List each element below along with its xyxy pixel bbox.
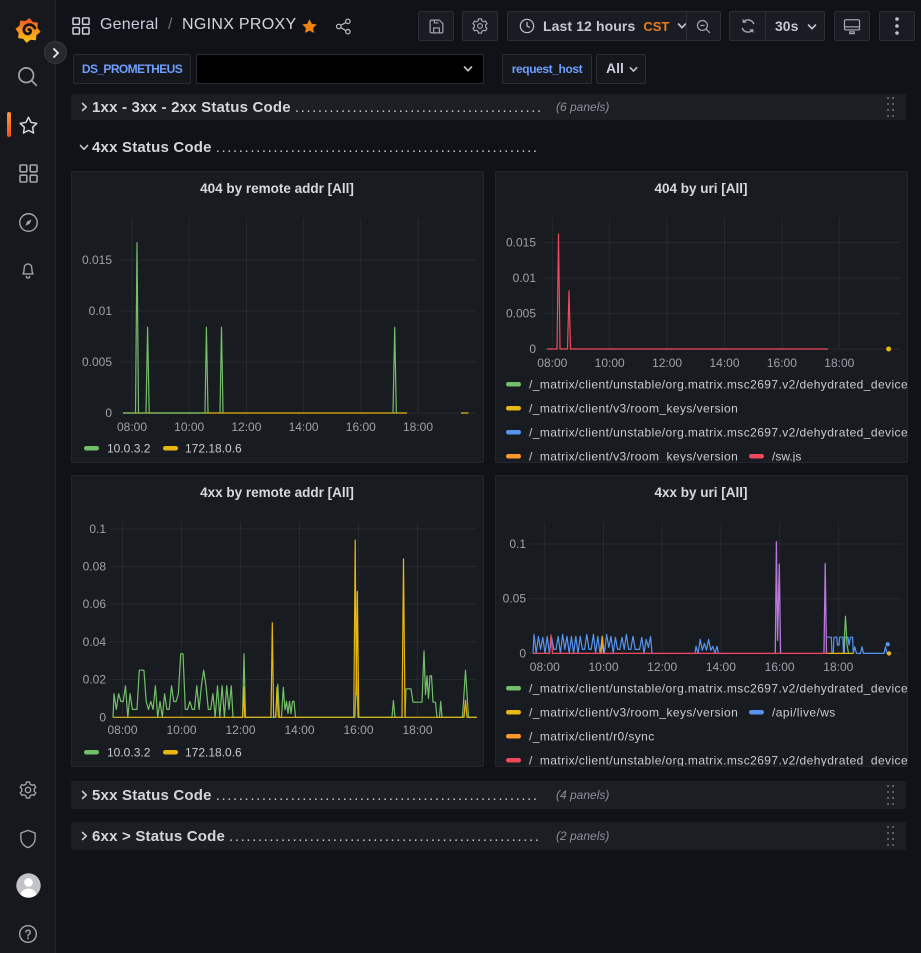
svg-text:18:00: 18:00 [823, 660, 853, 674]
svg-text:4xx by uri [All]: 4xx by uri [All] [654, 485, 747, 500]
svg-text:0: 0 [99, 710, 106, 724]
svg-text:0.01: 0.01 [513, 271, 537, 285]
svg-text:/sw.js: /sw.js [772, 450, 801, 463]
svg-text:16:00: 16:00 [343, 723, 373, 737]
svg-text:0.04: 0.04 [83, 635, 107, 649]
svg-text:16:00: 16:00 [767, 356, 797, 370]
svg-text:16:00: 16:00 [346, 420, 376, 434]
svg-text:/_matrix/client/v3/room_keys/v: /_matrix/client/v3/room_keys/version [529, 402, 738, 416]
svg-text:/_matrix/client/r0/sync: /_matrix/client/r0/sync [529, 730, 655, 744]
svg-text:/_matrix/client/unstable/org.m: /_matrix/client/unstable/org.matrix.msc2… [529, 754, 907, 767]
svg-text:0.02: 0.02 [83, 673, 107, 687]
svg-text:0.015: 0.015 [82, 253, 112, 267]
svg-text:14:00: 14:00 [706, 660, 736, 674]
svg-text:08:00: 08:00 [530, 660, 560, 674]
svg-text:0: 0 [519, 646, 526, 660]
svg-text:0.01: 0.01 [89, 304, 113, 318]
svg-text:18:00: 18:00 [402, 723, 432, 737]
svg-text:18:00: 18:00 [403, 420, 433, 434]
svg-text:08:00: 08:00 [107, 723, 137, 737]
svg-text:404 by remote addr [All]: 404 by remote addr [All] [200, 181, 354, 196]
svg-text:172.18.0.6: 172.18.0.6 [185, 442, 242, 456]
svg-text:10:00: 10:00 [166, 723, 196, 737]
svg-text:/_matrix/client/v3/room_keys/v: /_matrix/client/v3/room_keys/version [529, 450, 738, 463]
svg-text:08:00: 08:00 [537, 356, 567, 370]
svg-text:10.0.3.2: 10.0.3.2 [107, 442, 151, 456]
svg-text:/_matrix/client/unstable/org.m: /_matrix/client/unstable/org.matrix.msc2… [529, 426, 907, 440]
svg-text:4xx by remote addr [All]: 4xx by remote addr [All] [200, 485, 354, 500]
svg-text:0.06: 0.06 [83, 597, 107, 611]
svg-text:10:00: 10:00 [595, 356, 625, 370]
svg-text:/_matrix/client/unstable/org.m: /_matrix/client/unstable/org.matrix.msc2… [529, 682, 907, 696]
svg-text:18:00: 18:00 [824, 356, 854, 370]
svg-text:10.0.3.2: 10.0.3.2 [107, 746, 151, 760]
svg-text:0.1: 0.1 [89, 522, 106, 536]
svg-text:14:00: 14:00 [284, 723, 314, 737]
svg-text:0: 0 [529, 342, 536, 356]
svg-text:0.005: 0.005 [82, 355, 112, 369]
svg-text:12:00: 12:00 [231, 420, 261, 434]
svg-text:14:00: 14:00 [709, 356, 739, 370]
svg-text:12:00: 12:00 [652, 356, 682, 370]
svg-text:0: 0 [105, 406, 112, 420]
svg-text:0.08: 0.08 [83, 560, 107, 574]
svg-text:12:00: 12:00 [647, 660, 677, 674]
svg-text:404 by uri [All]: 404 by uri [All] [654, 181, 747, 196]
svg-text:0.1: 0.1 [509, 537, 526, 551]
svg-text:0.05: 0.05 [503, 592, 527, 606]
svg-text:14:00: 14:00 [289, 420, 319, 434]
svg-text:0.015: 0.015 [506, 236, 536, 250]
svg-text:0.005: 0.005 [506, 307, 536, 321]
svg-text:172.18.0.6: 172.18.0.6 [185, 746, 242, 760]
svg-text:/_matrix/client/unstable/org.m: /_matrix/client/unstable/org.matrix.msc2… [529, 378, 907, 392]
svg-text:10:00: 10:00 [174, 420, 204, 434]
svg-text:/api/live/ws: /api/live/ws [772, 706, 836, 720]
svg-text:08:00: 08:00 [117, 420, 147, 434]
svg-text:/_matrix/client/v3/room_keys/v: /_matrix/client/v3/room_keys/version [529, 706, 738, 720]
svg-text:10:00: 10:00 [588, 660, 618, 674]
svg-text:16:00: 16:00 [765, 660, 795, 674]
svg-text:12:00: 12:00 [225, 723, 255, 737]
